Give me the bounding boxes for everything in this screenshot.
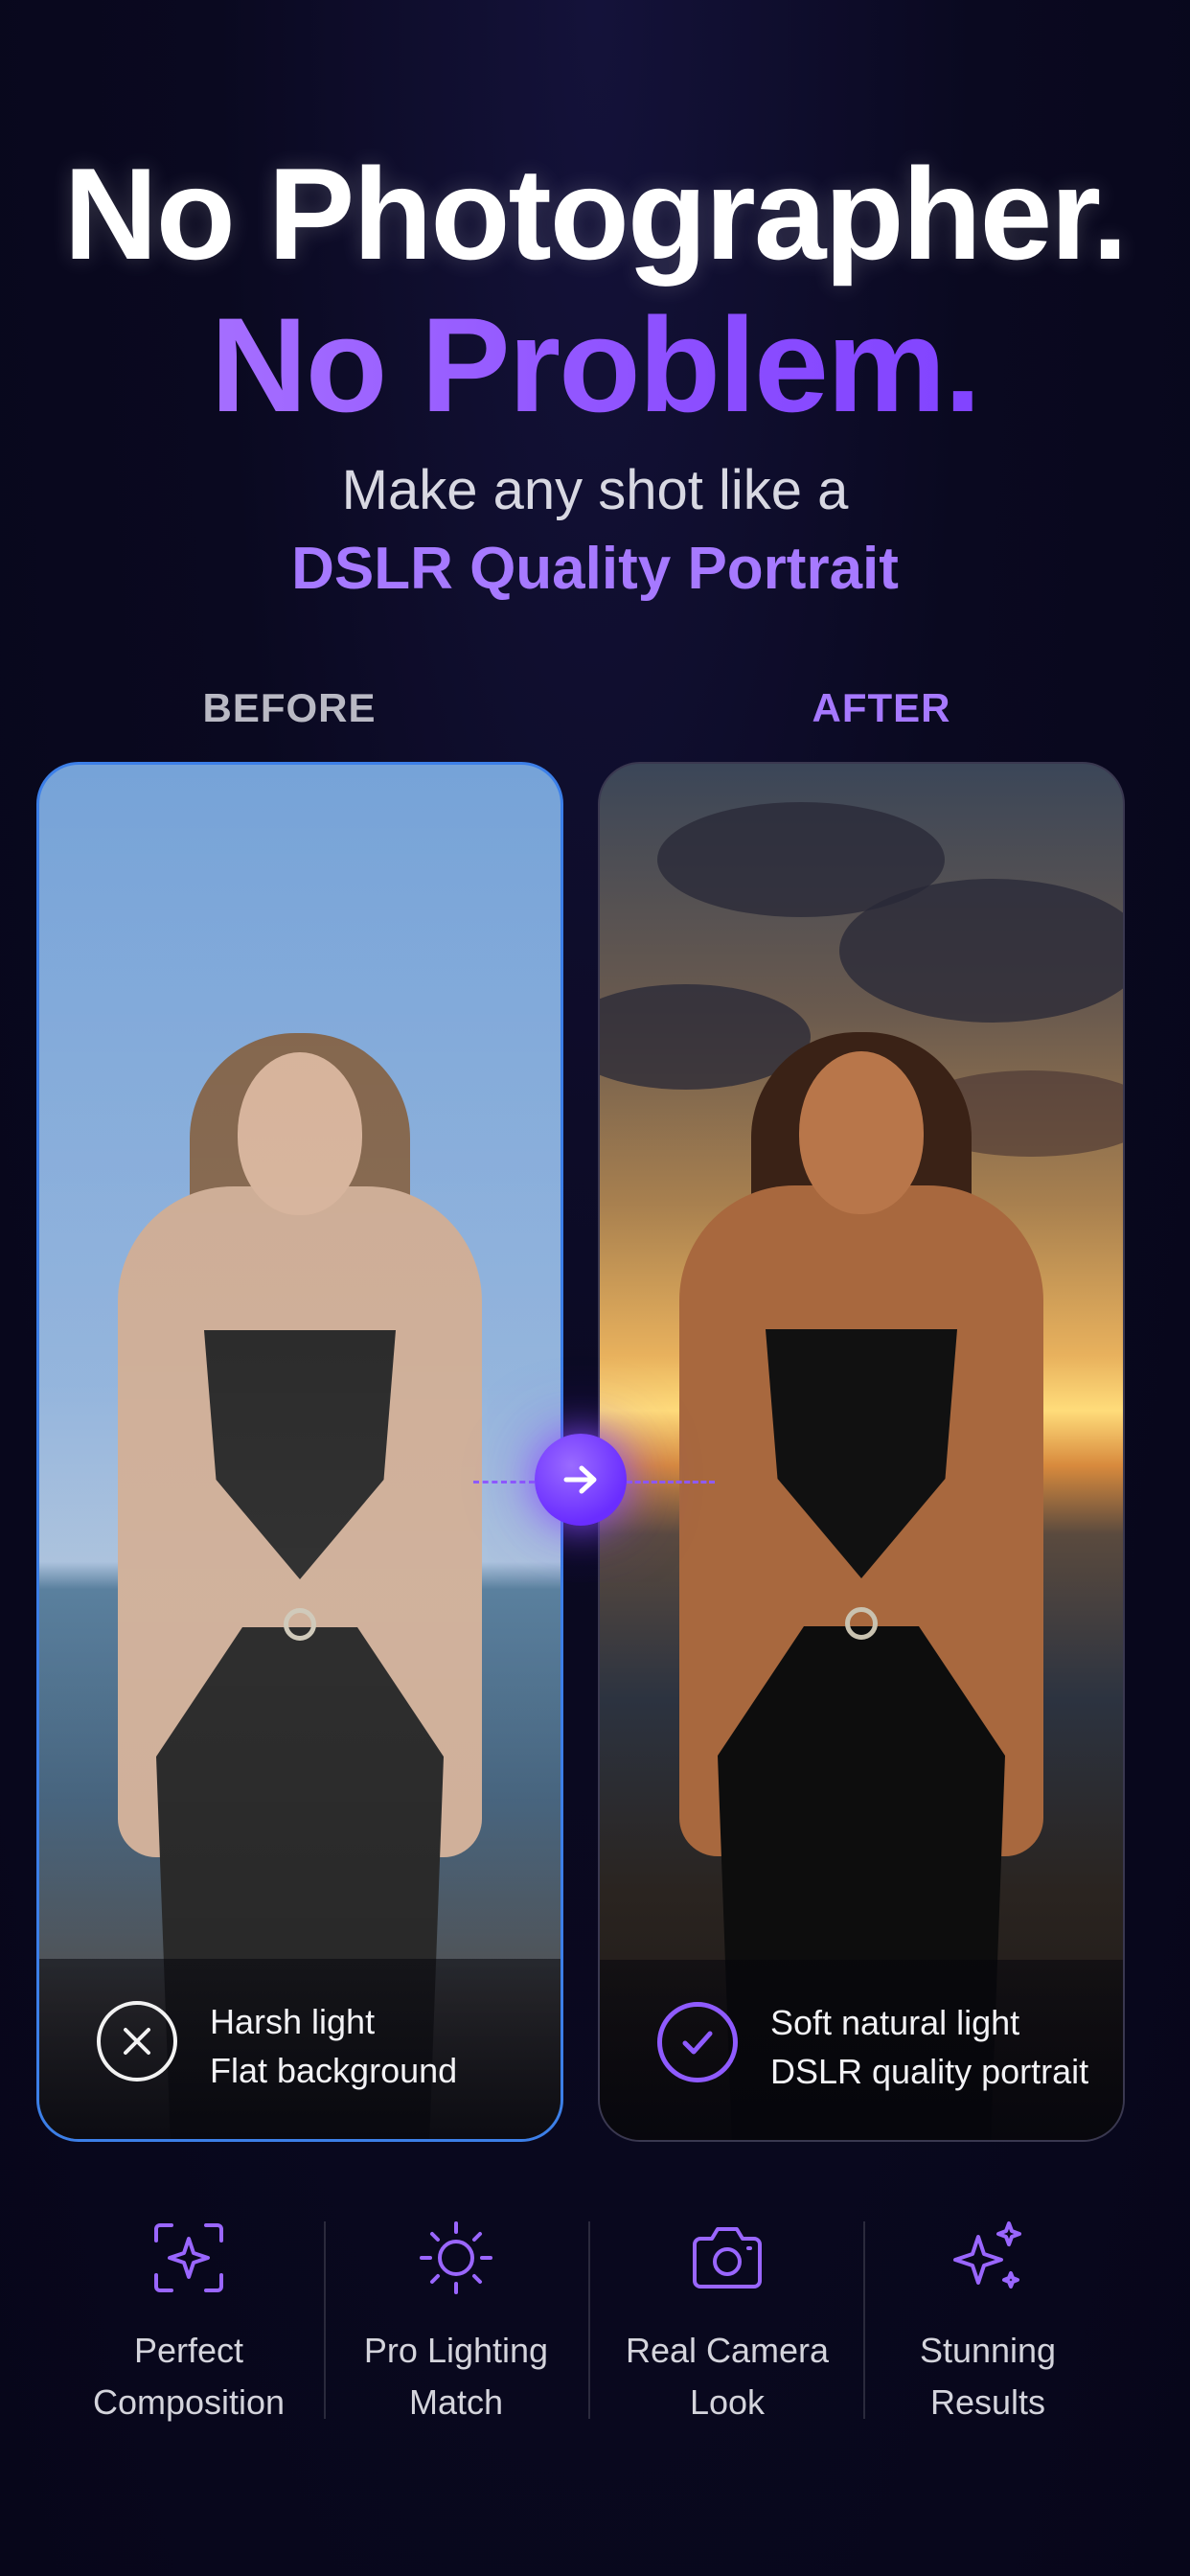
feature-label: Pro Lighting Match: [322, 2325, 590, 2428]
cloud-shape: [839, 879, 1123, 1023]
before-label: BEFORE: [202, 685, 377, 730]
feature-divider: [588, 2221, 590, 2419]
arrow-dash-right: [627, 1481, 715, 1484]
after-caption-line2: DSLR quality portrait: [770, 2052, 1089, 2091]
before-caption: Harsh light Flat background: [39, 1959, 561, 2139]
feature-camera: Real Camera Look: [593, 2204, 861, 2428]
before-caption-line2: Flat background: [210, 2051, 458, 2090]
feature-label: Perfect Composition: [55, 2325, 323, 2428]
feature-label-line2: Look: [689, 2382, 766, 2422]
before-photo-card[interactable]: Harsh light Flat background: [36, 762, 563, 2142]
feature-results: Stunning Results: [854, 2204, 1122, 2428]
camera-icon: [687, 2218, 767, 2298]
feature-lighting: Pro Lighting Match: [322, 2204, 590, 2428]
after-dress-ring: [845, 1607, 878, 1640]
after-caption-text: Soft natural light DSLR quality portrait: [770, 1998, 1088, 2096]
after-label: AFTER: [812, 685, 951, 730]
after-photo: [600, 764, 1123, 2140]
arrow-dash-left: [473, 1481, 535, 1484]
x-circle-icon: [97, 2001, 177, 2082]
promo-screen: No Photographer. No Problem. Make any sh…: [0, 0, 1190, 2576]
headline-line1: No Photographer.: [63, 141, 1129, 287]
arrow-right-icon[interactable]: [535, 1434, 627, 1526]
sparkles-icon: [948, 2218, 1028, 2298]
feature-label-line1: Stunning: [919, 2331, 1057, 2370]
before-caption-text: Harsh light Flat background: [210, 1997, 457, 2095]
features-row: Perfect Composition Pro Lighting Match R…: [0, 2204, 1190, 2434]
subheadline-line1: Make any shot like a: [341, 459, 849, 521]
feature-label-line2: Results: [929, 2382, 1046, 2422]
composition-frame-icon: [149, 2218, 229, 2298]
feature-label: Stunning Results: [854, 2325, 1122, 2428]
feature-label-line1: Pro Lighting: [363, 2331, 549, 2370]
check-circle-icon: [657, 2002, 738, 2082]
feature-label-line1: Perfect: [133, 2331, 244, 2370]
feature-label-line2: Match: [408, 2382, 504, 2422]
feature-label: Real Camera Look: [593, 2325, 861, 2428]
feature-composition: Perfect Composition: [55, 2204, 323, 2428]
feature-label-line2: Composition: [92, 2382, 286, 2422]
before-caption-line1: Harsh light: [210, 2002, 376, 2041]
feature-label-line1: Real Camera: [625, 2331, 830, 2370]
after-caption: Soft natural light DSLR quality portrait: [600, 1960, 1123, 2140]
feature-divider: [324, 2221, 326, 2419]
before-wash-overlay: [39, 765, 561, 2139]
after-caption-line1: Soft natural light: [770, 2003, 1020, 2042]
after-head-shape: [799, 1051, 924, 1214]
after-photo-card[interactable]: Soft natural light DSLR quality portrait: [598, 762, 1125, 2142]
headline-line2: No Problem.: [0, 288, 1190, 443]
feature-divider: [863, 2221, 865, 2419]
subheadline-line2: DSLR Quality Portrait: [291, 536, 899, 602]
sun-icon: [416, 2218, 496, 2298]
